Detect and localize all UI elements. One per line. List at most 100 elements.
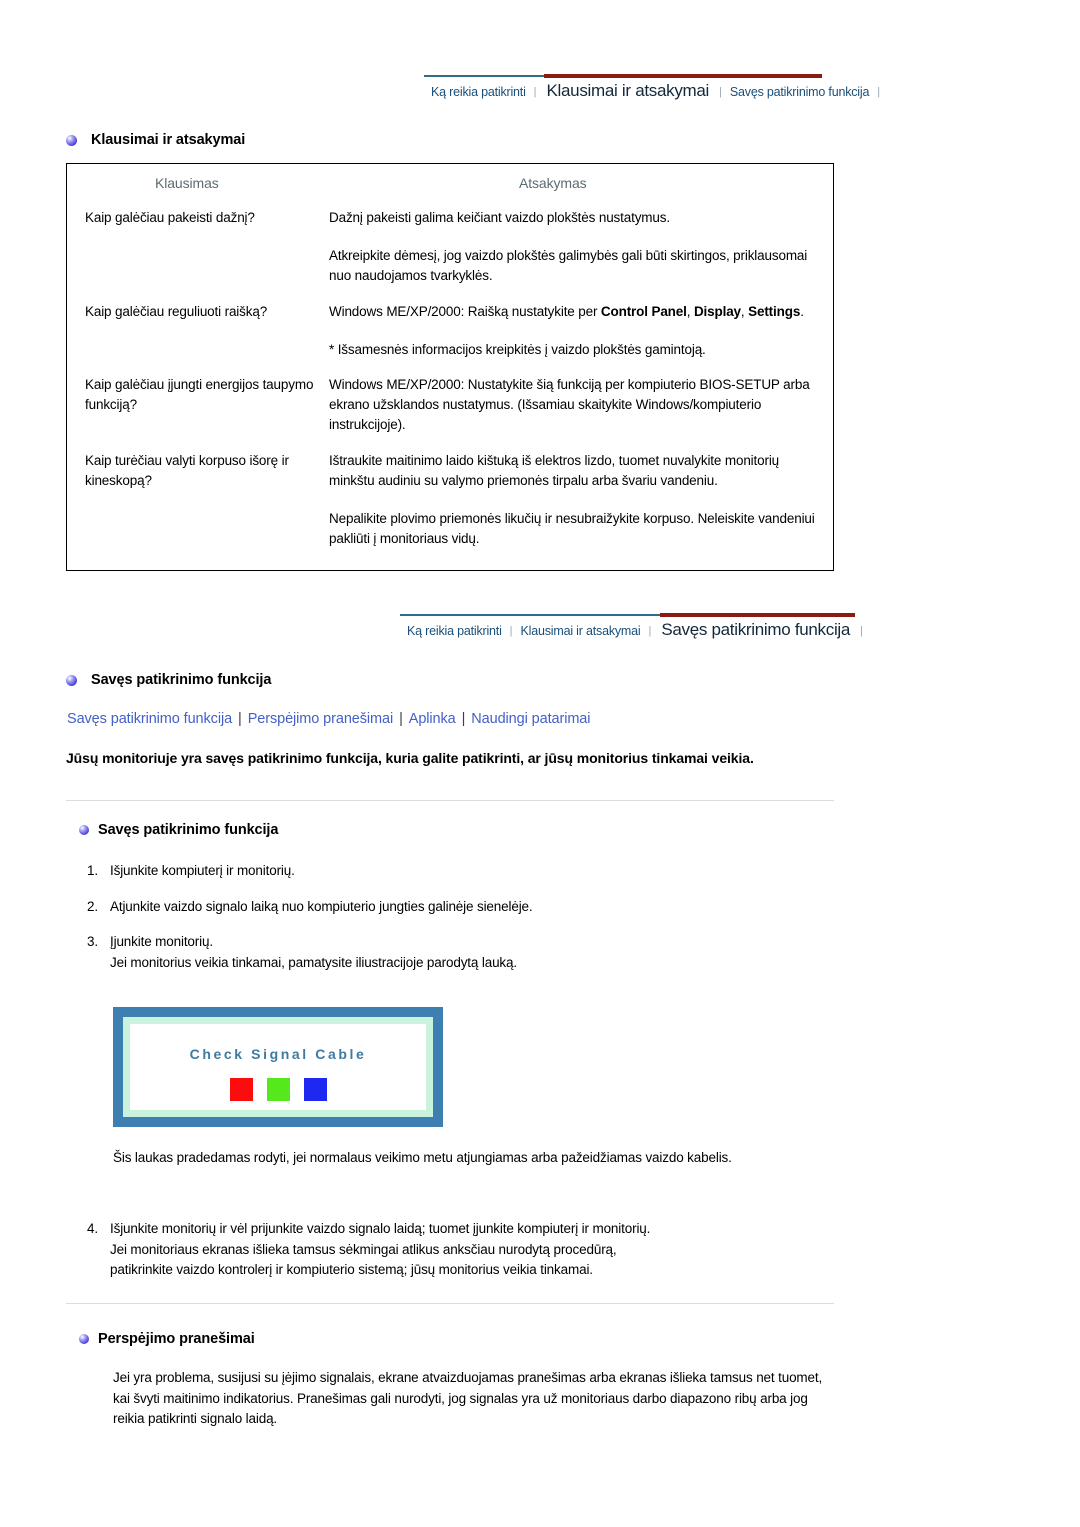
divider-rule [66,800,834,801]
blue-swatch [303,1078,327,1101]
nav-accent-right [544,74,822,78]
step-text-line: Jei monitoriaus ekranas išlieka tamsus s… [110,1241,617,1257]
faq-answer-cell: Ištraukite maitinimo laido kištuką iš el… [329,451,833,549]
illustration-caption: Šis laukas pradedamas rodyti, jei normal… [113,1150,732,1165]
selftest-section-heading: Savęs patikrinimo funkcija [66,672,271,688]
second-breadcrumb-nav[interactable]: Ką reikia patikrinti | Klausimai ir atsa… [400,613,863,647]
blue-ball-bullet-icon [79,825,89,835]
faq-column-header-answer: Atsakymas [519,175,587,191]
selftest-step-list: 1. Išjunkite kompiuterį ir monitorių. 2.… [80,861,820,973]
selftest-subheading: Savęs patikrinimo funkcija [79,822,278,838]
sublink-saves-patikrinimo-funkcija[interactable]: Savęs patikrinimo funkcija [67,711,232,727]
faq-table-header-row: Klausimas Atsakymas [67,164,833,202]
divider-rule [66,1303,834,1304]
step-text: Išjunkite monitorių ir vėl prijunkite va… [110,1219,825,1281]
check-signal-cable-label: Check Signal Cable [189,1046,367,1062]
nav-accent-right [660,613,855,617]
nav-accent-left [400,614,660,616]
step-number: 3. [87,934,98,949]
sublink-separator: | [399,711,403,727]
step-text: Išjunkite kompiuterį ir monitorių. [110,863,295,878]
check-signal-cable-illustration: Check Signal Cable [113,1007,443,1127]
faq-answer-line: Nepalikite plovimo priemonės likučių ir … [329,511,815,546]
faq-heading-label: Klausimai ir atsakymai [91,132,246,148]
step-text-line: Jei monitorius veikia tinkamai, pamatysi… [110,954,517,970]
step-text-line: patikrinkite vaizdo kontrolerį ir kompiu… [110,1262,593,1277]
faq-answer-line: Dažnį pakeisti galima keičiant vaizdo pl… [329,210,670,225]
selftest-subheading-label: Savęs patikrinimo funkcija [98,822,279,838]
nav-separator: | [533,86,537,98]
blue-ball-bullet-icon [66,134,77,146]
faq-question-cell: Kaip galėčiau įjungti energijos taupymo … [67,375,329,435]
faq-answer-cell: Windows ME/XP/2000: Nustatykite šią funk… [329,375,833,435]
faq-question-line: Kaip galėčiau pakeisti dažnį? [85,210,255,225]
sublink-perspejimo-pranesimai[interactable]: Perspėjimo pranešimai [248,711,393,727]
faq-question-cell: Kaip galėčiau pakeisti dažnį? [67,208,329,286]
nav-separator: | [719,86,722,98]
faq-column-header-question: Klausimas [155,175,219,191]
list-item: 3. Įjunkite monitorių. Jei monitorius ve… [80,932,820,973]
blue-ball-bullet-icon [79,1334,89,1344]
manual-page: Ką reikia patikrinti | Klausimai ir atsa… [0,0,1080,1527]
rgb-swatch-group [229,1078,327,1101]
table-row: Kaip galėčiau reguliuoti raišką? Windows… [67,302,833,360]
faq-question-cell: Kaip turėčiau valyti korpuso išorę ir ki… [67,451,329,549]
warning-section-heading: Perspėjimo pranešimai [79,1331,255,1347]
selftest-intro-paragraph: Jūsų monitoriuje yra savęs patikrinimo f… [66,750,754,766]
selftest-step4-list: 4. Išjunkite monitorių ir vėl prijunkite… [80,1219,825,1281]
nav-item-klausimai-ir-atsakymai[interactable]: Klausimai ir atsakymai [538,82,719,100]
nav-item-saves-patikrinimo-funkcija[interactable]: Savęs patikrinimo funkcija [723,83,876,101]
table-row: Kaip galėčiau pakeisti dažnį? Dažnį pake… [67,208,833,286]
faq-answer-line: Atkreipkite dėmesį, jog vaizdo plokštės … [329,248,808,283]
second-nav-accent-strip [400,613,855,617]
faq-question-line: Kaip galėčiau įjungti energijos taupymo … [85,377,314,412]
step-text: Atjunkite vaizdo signalo laiką nuo kompi… [110,898,533,914]
step-text-line: Įjunkite monitorių. [110,934,213,949]
step-number: 4. [87,1221,98,1236]
warning-body-paragraph: Jei yra problema, susijusi su įėjimo sig… [113,1370,823,1426]
nav2-item-klausimai-ir-atsakymai[interactable]: Klausimai ir atsakymai [514,622,648,640]
step-text-line: Išjunkite monitorių ir vėl prijunkite va… [110,1221,651,1236]
selftest-sublink-bar[interactable]: Savęs patikrinimo funkcija | Perspėjimo pr… [67,711,591,727]
table-row: Kaip galėčiau įjungti energijos taupymo … [67,375,833,435]
nav2-item-ka-reikia-patikrinti[interactable]: Ką reikia patikrinti [400,622,509,640]
green-swatch [266,1078,290,1101]
red-swatch [229,1078,253,1101]
sublink-naudingi-patarimai[interactable]: Naudingi patarimai [471,711,590,727]
faq-question-cell: Kaip galėčiau reguliuoti raišką? [67,302,329,360]
top-nav-accent-strip [424,74,854,78]
top-breadcrumb-nav[interactable]: Ką reikia patikrinti | Klausimai ir atsa… [424,74,880,108]
faq-answer-cell: Windows ME/XP/2000: Raišką nustatykite p… [329,302,833,360]
nav-item-ka-reikia-patikrinti[interactable]: Ką reikia patikrinti [424,83,533,101]
nav-separator: | [509,625,513,637]
faq-answer-line: Windows ME/XP/2000: Nustatykite šią funk… [329,377,810,432]
faq-question-line: Kaip galėčiau reguliuoti raišką? [85,304,268,319]
nav2-item-saves-patikrinimo-funkcija[interactable]: Savęs patikrinimo funkcija [652,621,859,639]
top-nav-items[interactable]: Ką reikia patikrinti | Klausimai ir atsa… [424,82,881,101]
step-text: Įjunkite monitorių. Jei monitorius veiki… [110,932,820,973]
faq-answer-line: Ištraukite maitinimo laido kištuką iš el… [329,453,780,488]
table-row: Kaip turėčiau valyti korpuso išorę ir ki… [67,451,833,549]
nav-separator: | [860,625,863,637]
list-item: 2. Atjunkite vaizdo signalo laiką nuo ko… [80,897,820,918]
faq-table: Klausimas Atsakymas Kaip galėčiau pakeis… [66,163,834,571]
nav-separator: | [648,625,652,637]
step-number: 1. [87,863,98,878]
monitor-screen-area: Check Signal Cable [123,1017,433,1117]
warning-heading-label: Perspėjimo pranešimai [98,1331,255,1347]
faq-question-line: Kaip turėčiau valyti korpuso išorę ir ki… [85,453,289,488]
blue-ball-bullet-icon [66,674,77,686]
sublink-aplinka[interactable]: Aplinka [409,711,456,727]
list-item: 1. Išjunkite kompiuterį ir monitorių. [80,861,820,882]
list-item: 4. Išjunkite monitorių ir vėl prijunkite… [80,1219,825,1281]
sublink-separator: | [238,711,242,727]
sublink-separator: | [461,711,466,727]
faq-answer-line: * Išsamesnės informacijos kreipkitės į v… [329,342,706,357]
faq-answer-cell: Dažnį pakeisti galima keičiant vaizdo pl… [329,208,833,286]
nav-accent-left [424,75,544,77]
faq-answer-line-rich: Windows ME/XP/2000: Raišką nustatykite p… [329,304,804,319]
second-nav-items[interactable]: Ką reikia patikrinti | Klausimai ir atsa… [400,621,864,640]
selftest-heading-label: Savęs patikrinimo funkcija [91,672,272,688]
nav-separator: | [877,86,881,98]
step-number: 2. [87,898,98,914]
